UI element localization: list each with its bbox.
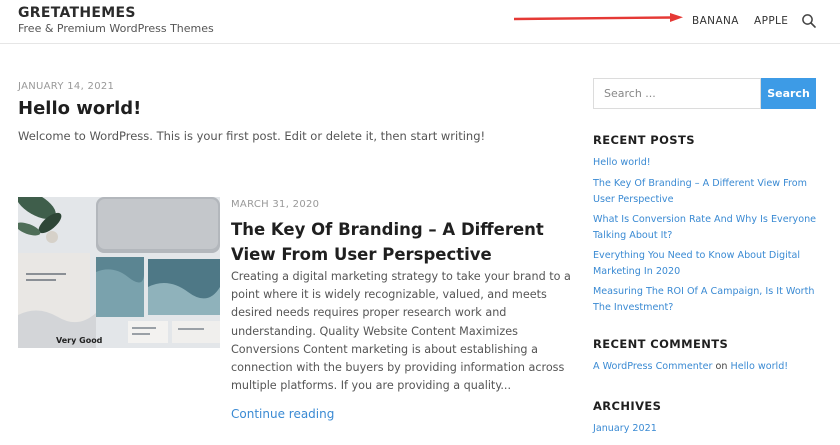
recent-comments-heading: RECENT COMMENTS: [593, 337, 729, 351]
recent-comment: A WordPress Commenter on Hello world!: [593, 361, 788, 372]
search-icon[interactable]: [801, 13, 817, 29]
thumbnail-caption: Very Good: [56, 336, 103, 345]
post-date[interactable]: JANUARY 14, 2021: [18, 81, 114, 92]
site-header: GRETATHEMES Free & Premium WordPress The…: [0, 0, 840, 44]
post-excerpt: Creating a digital marketing strategy to…: [231, 270, 571, 393]
annotation-arrow-icon: [513, 13, 683, 22]
post-thumbnail[interactable]: Very Good: [18, 197, 220, 348]
comment-post-link[interactable]: Hello world!: [731, 361, 789, 372]
recent-post-link[interactable]: What Is Conversion Rate And Why Is Every…: [593, 212, 823, 243]
recent-post-link[interactable]: Measuring The ROI Of A Campaign, Is It W…: [593, 284, 823, 315]
site-description: Free & Premium WordPress Themes: [18, 22, 214, 35]
comment-connector: on: [715, 361, 728, 372]
search-input[interactable]: Search ...: [593, 78, 761, 109]
recent-post-link[interactable]: The Key Of Branding – A Different View F…: [593, 176, 823, 207]
post-excerpt: Welcome to WordPress. This is your first…: [18, 129, 486, 143]
post-thumbnail-image: [18, 197, 220, 348]
nav-item-apple[interactable]: APPLE: [754, 15, 788, 27]
post-date[interactable]: MARCH 31, 2020: [231, 199, 319, 210]
recent-posts-heading: RECENT POSTS: [593, 133, 695, 147]
recent-post-link[interactable]: Everything You Need to Know About Digita…: [593, 248, 823, 279]
recent-post-link[interactable]: Hello world!: [593, 155, 823, 171]
search-button[interactable]: Search: [761, 78, 816, 109]
archives-heading: ARCHIVES: [593, 399, 662, 413]
post-title[interactable]: The Key Of Branding – A Different View F…: [231, 217, 571, 267]
site-title[interactable]: GRETATHEMES: [18, 5, 136, 21]
continue-reading-link[interactable]: Continue reading: [231, 407, 334, 421]
archive-link[interactable]: January 2021: [593, 421, 823, 437]
post-title[interactable]: Hello world!: [18, 98, 141, 119]
comment-author-link[interactable]: A WordPress Commenter: [593, 361, 712, 372]
nav-item-banana[interactable]: BANANA: [692, 15, 739, 27]
